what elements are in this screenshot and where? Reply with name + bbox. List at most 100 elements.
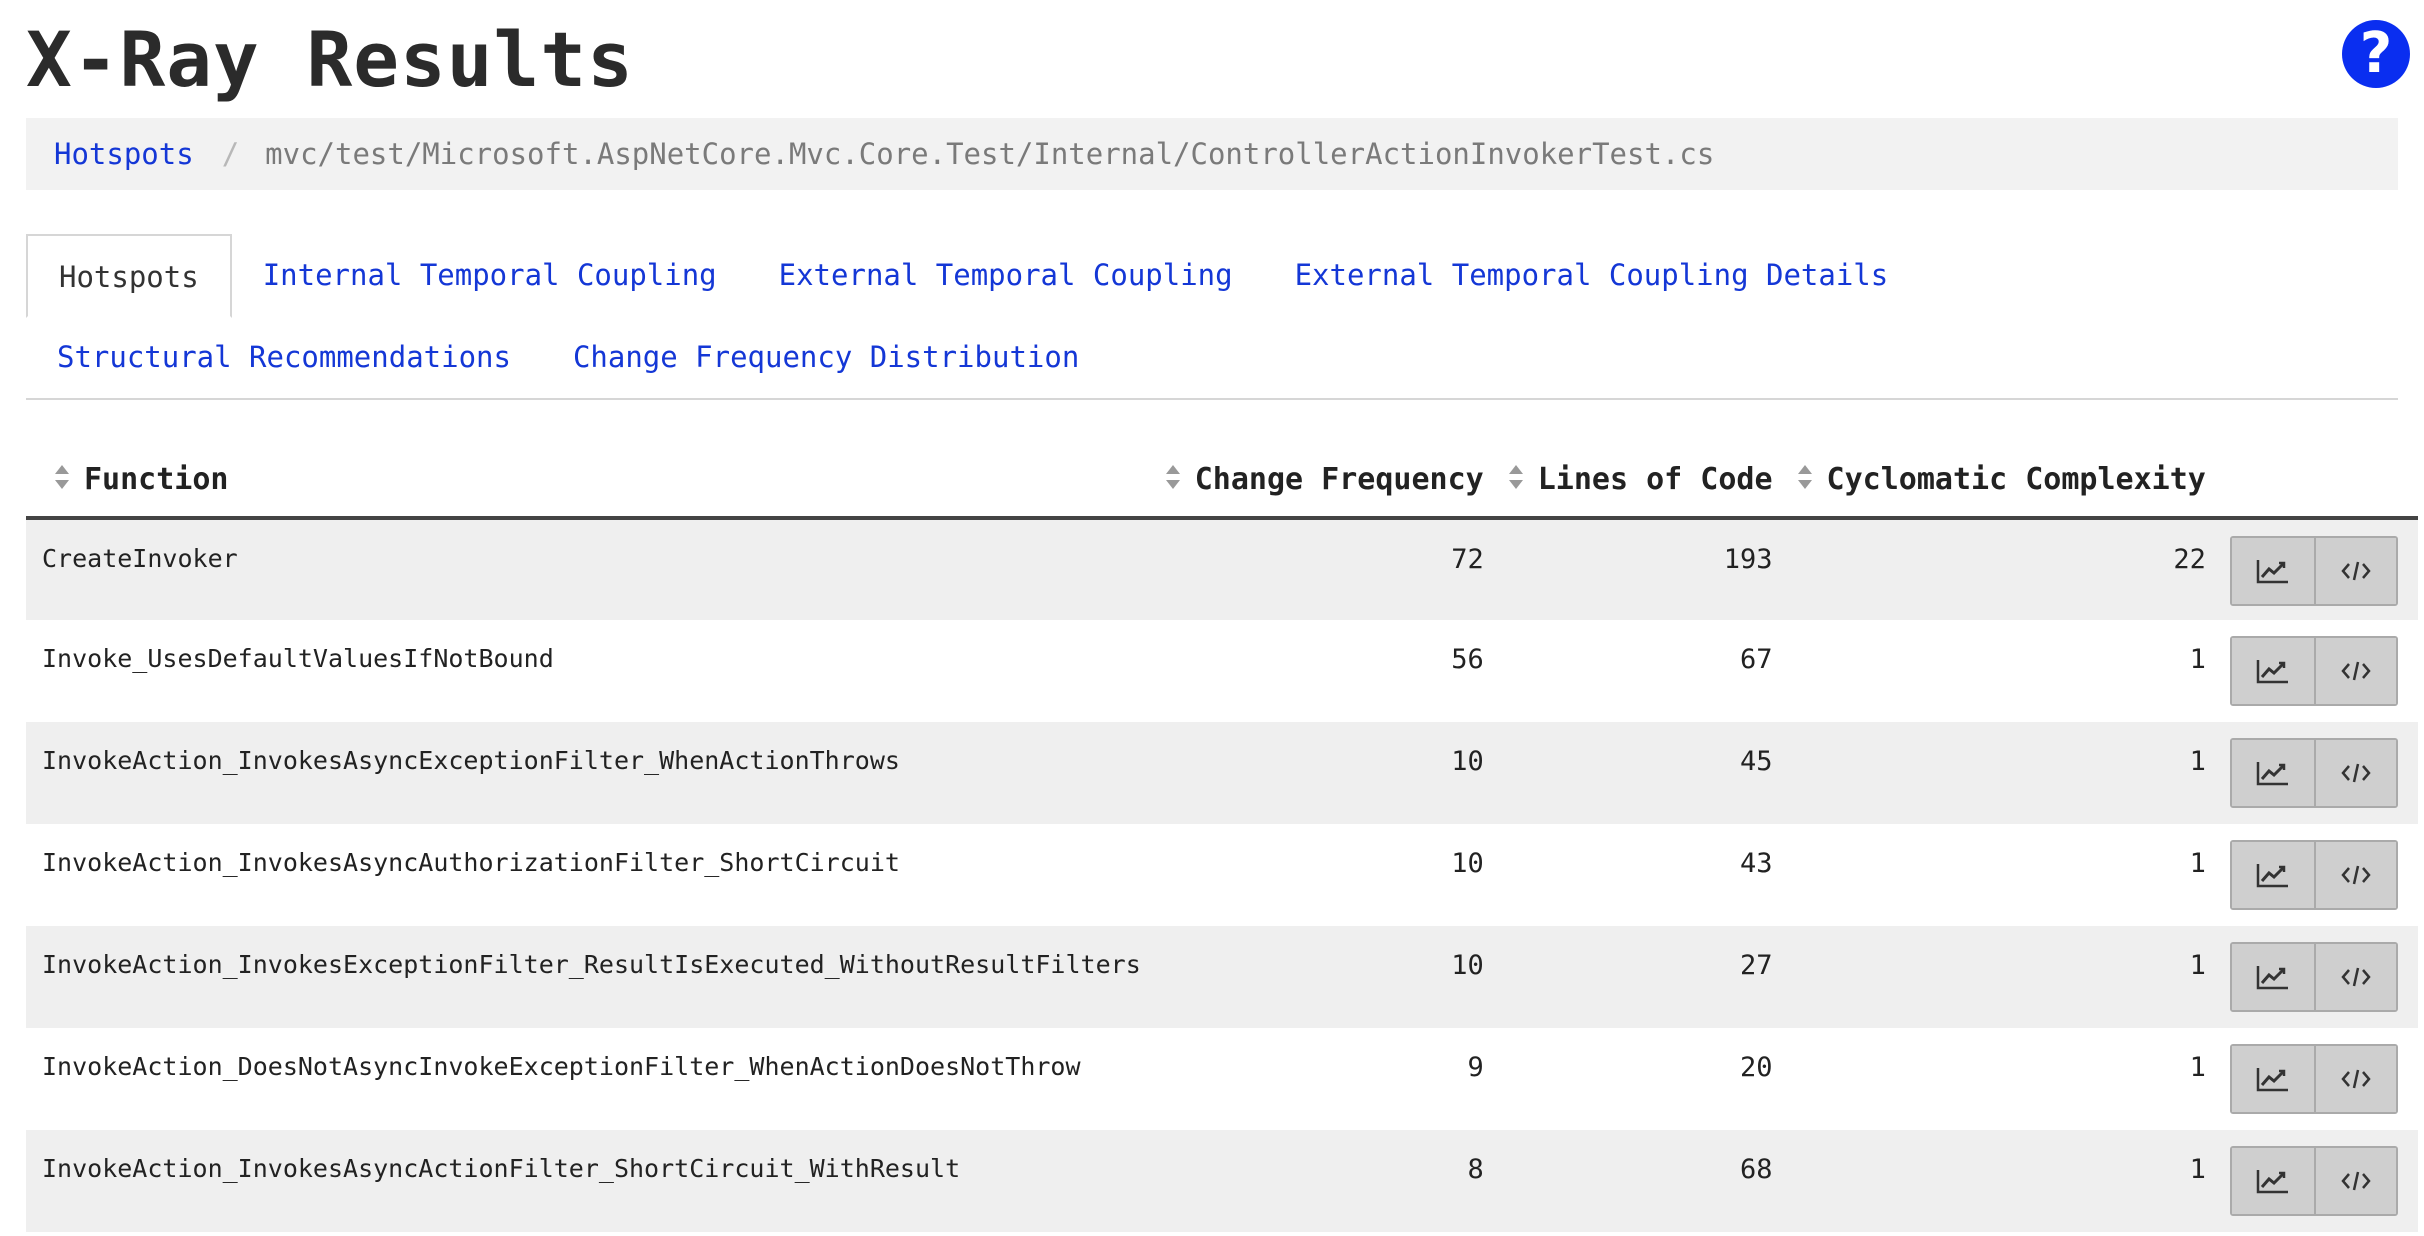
lines-of-code-value: 68 [1740, 1154, 1773, 1185]
breadcrumb-separator: / [221, 137, 240, 171]
lines-of-code-value: 20 [1740, 1052, 1773, 1083]
tab-external-temporal-coupling-details[interactable]: External Temporal Coupling Details [1264, 234, 1920, 316]
page: X-Ray Results ? Hotspots / mvc/test/Micr… [0, 0, 2424, 1236]
line-chart-icon [2256, 1170, 2288, 1194]
view-code-button[interactable] [2313, 1046, 2396, 1112]
row-action-group [2229, 942, 2398, 1012]
view-code-button[interactable] [2313, 1148, 2396, 1214]
help-icon[interactable]: ? [2342, 20, 2410, 88]
lines-of-code-value: 43 [1740, 848, 1773, 879]
breadcrumb-current-path: mvc/test/Microsoft.AspNetCore.Mvc.Core.T… [265, 137, 1715, 171]
cyclomatic-complexity-value: 1 [2189, 950, 2206, 981]
tab-change-frequency-distribution[interactable]: Change Frequency Distribution [542, 316, 1110, 398]
tab-bar: Hotspots Internal Temporal Coupling Exte… [26, 234, 2398, 400]
function-name: InvokeAction_InvokesExceptionFilter_Resu… [42, 950, 1141, 979]
cyclomatic-complexity-value: 22 [2173, 544, 2206, 575]
sort-icon [1508, 464, 1524, 490]
cyclomatic-complexity-value: 1 [2189, 1154, 2206, 1185]
code-icon [2341, 1171, 2371, 1191]
trend-button[interactable] [2231, 842, 2314, 908]
line-chart-icon [2256, 560, 2288, 584]
table-row: InvokeAction_DoesNotAsyncInvokeException… [26, 1028, 2418, 1130]
change-frequency-value: 56 [1451, 644, 1484, 675]
line-chart-icon [2256, 864, 2288, 888]
row-action-group [2229, 636, 2398, 706]
table-row: CreateInvoker 72 193 22 [26, 518, 2418, 620]
function-name: InvokeAction_InvokesAsyncActionFilter_Sh… [42, 1154, 961, 1183]
column-header-function[interactable]: Function [26, 442, 1153, 520]
code-icon [2341, 561, 2371, 581]
change-frequency-value: 10 [1451, 848, 1484, 879]
code-icon [2341, 865, 2371, 885]
code-icon [2341, 763, 2371, 783]
table-row: InvokeAction_InvokesAsyncActionFilter_Sh… [26, 1130, 2418, 1232]
breadcrumb: Hotspots / mvc/test/Microsoft.AspNetCore… [26, 118, 2398, 190]
change-frequency-value: 8 [1467, 1154, 1484, 1185]
view-code-button[interactable] [2313, 740, 2396, 806]
cyclomatic-complexity-value: 1 [2189, 848, 2206, 879]
lines-of-code-value: 27 [1740, 950, 1773, 981]
column-header-change-frequency[interactable]: Change Frequency [1152, 442, 1496, 520]
trend-button[interactable] [2231, 740, 2314, 806]
view-code-button[interactable] [2313, 944, 2396, 1010]
trend-button[interactable] [2231, 1148, 2314, 1214]
code-icon [2341, 661, 2371, 681]
sort-icon [1165, 464, 1181, 490]
column-header-function-label: Function [84, 461, 229, 497]
function-name: InvokeAction_InvokesAsyncAuthorizationFi… [42, 848, 900, 877]
trend-button[interactable] [2231, 944, 2314, 1010]
table-row: InvokeAction_InvokesExceptionFilter_Resu… [26, 926, 2418, 1028]
view-code-button[interactable] [2313, 638, 2396, 704]
column-header-cyclomatic-complexity-label: Cyclomatic Complexity [1826, 461, 2206, 497]
sort-icon [54, 464, 70, 490]
row-action-group [2229, 840, 2398, 910]
row-action-group [2229, 1146, 2398, 1216]
row-action-group [2229, 738, 2398, 808]
column-header-lines-of-code[interactable]: Lines of Code [1495, 442, 1785, 520]
view-code-button[interactable] [2313, 538, 2396, 604]
trend-button[interactable] [2231, 538, 2314, 604]
hotspots-table: Function Change Frequency Lines of Code … [26, 442, 2418, 1232]
tab-hotspots[interactable]: Hotspots [26, 234, 232, 318]
trend-button[interactable] [2231, 1046, 2314, 1112]
row-actions [2218, 518, 2418, 620]
function-name: InvokeAction_InvokesAsyncExceptionFilter… [42, 746, 900, 775]
line-chart-icon [2256, 966, 2288, 990]
page-title: X-Ray Results [26, 15, 634, 104]
table-row: InvokeAction_InvokesAsyncAuthorizationFi… [26, 824, 2418, 926]
row-actions [2218, 824, 2418, 926]
tab-external-temporal-coupling[interactable]: External Temporal Coupling [748, 234, 1264, 316]
function-name: CreateInvoker [42, 544, 238, 573]
tab-structural-recommendations[interactable]: Structural Recommendations [26, 316, 542, 398]
tab-internal-temporal-coupling[interactable]: Internal Temporal Coupling [232, 234, 748, 316]
code-icon [2341, 967, 2371, 987]
function-name: InvokeAction_DoesNotAsyncInvokeException… [42, 1052, 1081, 1081]
row-action-group [2229, 1044, 2398, 1114]
code-icon [2341, 1069, 2371, 1089]
hotspots-table-body: CreateInvoker 72 193 22 Invoke_UsesDefau… [26, 518, 2418, 1232]
row-actions [2218, 620, 2418, 722]
change-frequency-value: 72 [1451, 544, 1484, 575]
line-chart-icon [2256, 660, 2288, 684]
line-chart-icon [2256, 1068, 2288, 1092]
column-header-change-frequency-label: Change Frequency [1194, 461, 1484, 497]
view-code-button[interactable] [2313, 842, 2396, 908]
table-row: InvokeAction_InvokesAsyncExceptionFilter… [26, 722, 2418, 824]
row-actions [2218, 1130, 2418, 1232]
cyclomatic-complexity-value: 1 [2189, 1052, 2206, 1083]
table-row: Invoke_UsesDefaultValuesIfNotBound 56 67… [26, 620, 2418, 722]
row-actions [2218, 926, 2418, 1028]
row-actions [2218, 1028, 2418, 1130]
row-action-group [2229, 536, 2398, 606]
change-frequency-value: 9 [1467, 1052, 1484, 1083]
column-header-cyclomatic-complexity[interactable]: Cyclomatic Complexity [1784, 442, 2218, 520]
sort-icon [1797, 464, 1813, 490]
cyclomatic-complexity-value: 1 [2189, 746, 2206, 777]
line-chart-icon [2256, 762, 2288, 786]
breadcrumb-hotspots-link[interactable]: Hotspots [54, 137, 194, 171]
lines-of-code-value: 193 [1723, 544, 1773, 575]
row-actions [2218, 722, 2418, 824]
change-frequency-value: 10 [1451, 950, 1484, 981]
column-header-actions [2217, 442, 2418, 520]
trend-button[interactable] [2231, 638, 2314, 704]
